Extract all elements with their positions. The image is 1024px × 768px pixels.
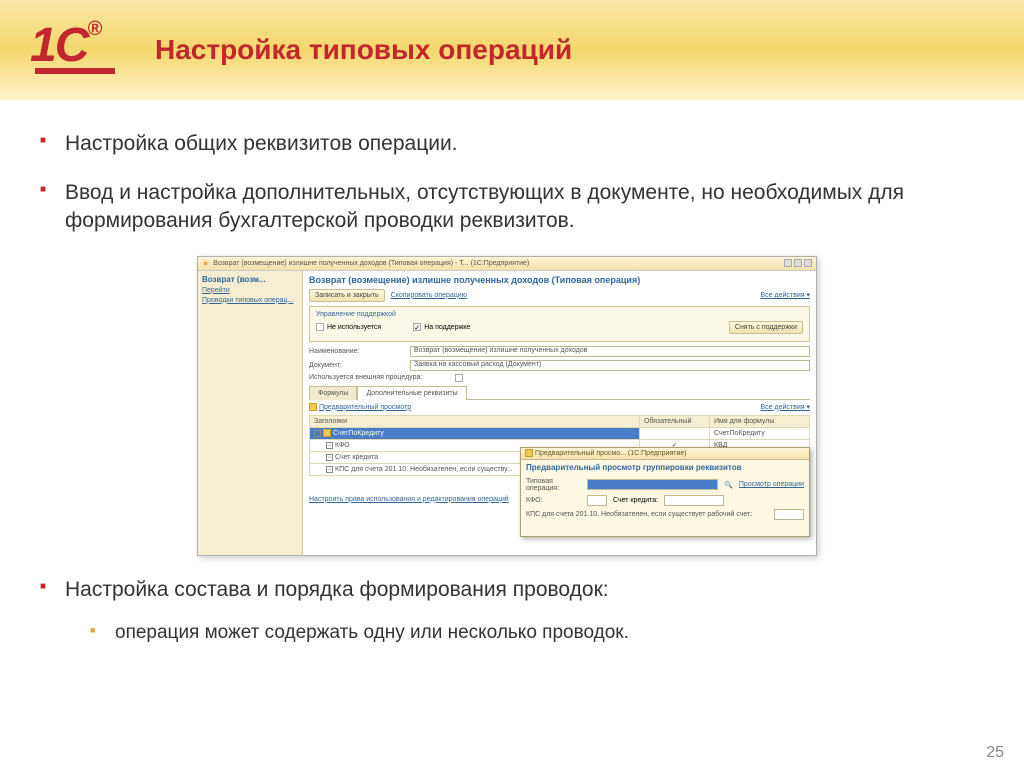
popup-schet-label: Счет кредита: [613, 497, 658, 504]
popup-kps-input[interactable] [774, 509, 804, 520]
slide-content: Настройка общих реквизитов операции. Вво… [0, 100, 1024, 678]
close-icon[interactable] [804, 259, 812, 267]
sidebar: Возврат (возм... Перейти Проводки типовы… [198, 271, 303, 555]
popup-window-title: Предварительный просмо... (1С:Предприяти… [535, 450, 687, 457]
tab-additional-attrs[interactable]: Дополнительные реквизиты [357, 386, 466, 400]
chk-not-used[interactable]: Не используется [316, 323, 381, 331]
save-close-button[interactable]: Записать и закрыть [309, 289, 385, 302]
popup-icon [525, 449, 533, 457]
popup-kfo-input[interactable] [587, 495, 607, 506]
document-input[interactable]: Заявка на кассовый расход (Документ) [410, 360, 810, 371]
sidebar-link-goto[interactable]: Перейти [202, 287, 298, 294]
col-required: Обязательный [640, 415, 710, 427]
window-icon: ★ [202, 259, 209, 268]
ext-proc-label: Используется внешняя процедура: [309, 374, 449, 381]
popup-titlebar: Предварительный просмо... (1С:Предприяти… [521, 448, 809, 460]
popup-schet-input[interactable] [664, 495, 724, 506]
app-screenshot: ★ Возврат (возмещение) излишне полученны… [197, 256, 817, 556]
window-titlebar: ★ Возврат (возмещение) излишне полученны… [198, 257, 816, 271]
sidebar-link-postings[interactable]: Проводки типовых операц... [202, 297, 298, 304]
preview-popup: Предварительный просмо... (1С:Предприяти… [520, 447, 810, 537]
groupbox-title: Управление поддержкой [316, 311, 803, 318]
name-input[interactable]: Возврат (возмещение) излишне полученных … [410, 346, 810, 357]
col-formula: Имя для формулы [710, 415, 810, 427]
bullet-3: Настройка состава и порядка формирования… [40, 576, 974, 646]
page-number: 25 [986, 744, 1004, 762]
slide-title: Настройка типовых операций [155, 34, 572, 66]
bullet-1: Настройка общих реквизитов операции. [40, 130, 974, 157]
ext-proc-checkbox[interactable] [455, 374, 463, 382]
preview-link[interactable]: Предварительный просмотр [309, 403, 411, 411]
slide-header: 1C® Настройка типовых операций [0, 0, 1024, 100]
name-label: Наименование: [309, 348, 404, 355]
popup-kps-label: КПС для счета 201.10. Необязателен, если… [526, 511, 768, 518]
sidebar-heading: Возврат (возм... [202, 275, 298, 284]
popup-op-label: Типовая операция: [526, 478, 581, 492]
tab-formulas[interactable]: Формулы [309, 386, 357, 400]
main-panel: Возврат (возмещение) излишне полученных … [303, 271, 816, 555]
minimize-icon[interactable] [784, 259, 792, 267]
col-headers: Заголовки [310, 415, 640, 427]
remove-support-button[interactable]: Снять с поддержки [729, 321, 803, 334]
form-toolbar: Записать и закрыть Скопировать операцию … [309, 289, 810, 302]
popup-op-input[interactable] [587, 479, 718, 490]
all-actions-menu[interactable]: Все действия ▾ [761, 291, 810, 299]
popup-kfo-label: КФО: [526, 497, 581, 504]
popup-lookup-icon[interactable]: 🔍 [724, 481, 733, 489]
support-groupbox: Управление поддержкой Не используется ✓Н… [309, 306, 810, 342]
view-operation-link[interactable]: Просмотр операции [739, 481, 804, 488]
maximize-icon[interactable] [794, 259, 802, 267]
window-title: Возврат (возмещение) излишне полученных … [213, 260, 780, 267]
copy-operation-link[interactable]: Скопировать операцию [391, 292, 467, 299]
tabs: Формулы Дополнительные реквизиты [309, 386, 810, 400]
sub-bullet-1: операция может содержать одну или нескол… [90, 621, 974, 646]
popup-title: Предварительный просмотр группировки рек… [521, 460, 809, 475]
document-label: Документ: [309, 362, 404, 369]
chk-on-support[interactable]: ✓На поддержке [413, 323, 470, 331]
all-actions-2[interactable]: Все действия ▾ [761, 403, 810, 411]
form-title: Возврат (возмещение) излишне полученных … [309, 275, 810, 285]
table-row: −СчетПоКредиту [310, 427, 640, 439]
bullet-2: Ввод и настройка дополнительных, отсутст… [40, 179, 974, 234]
logo-1c: 1C® [30, 18, 125, 83]
